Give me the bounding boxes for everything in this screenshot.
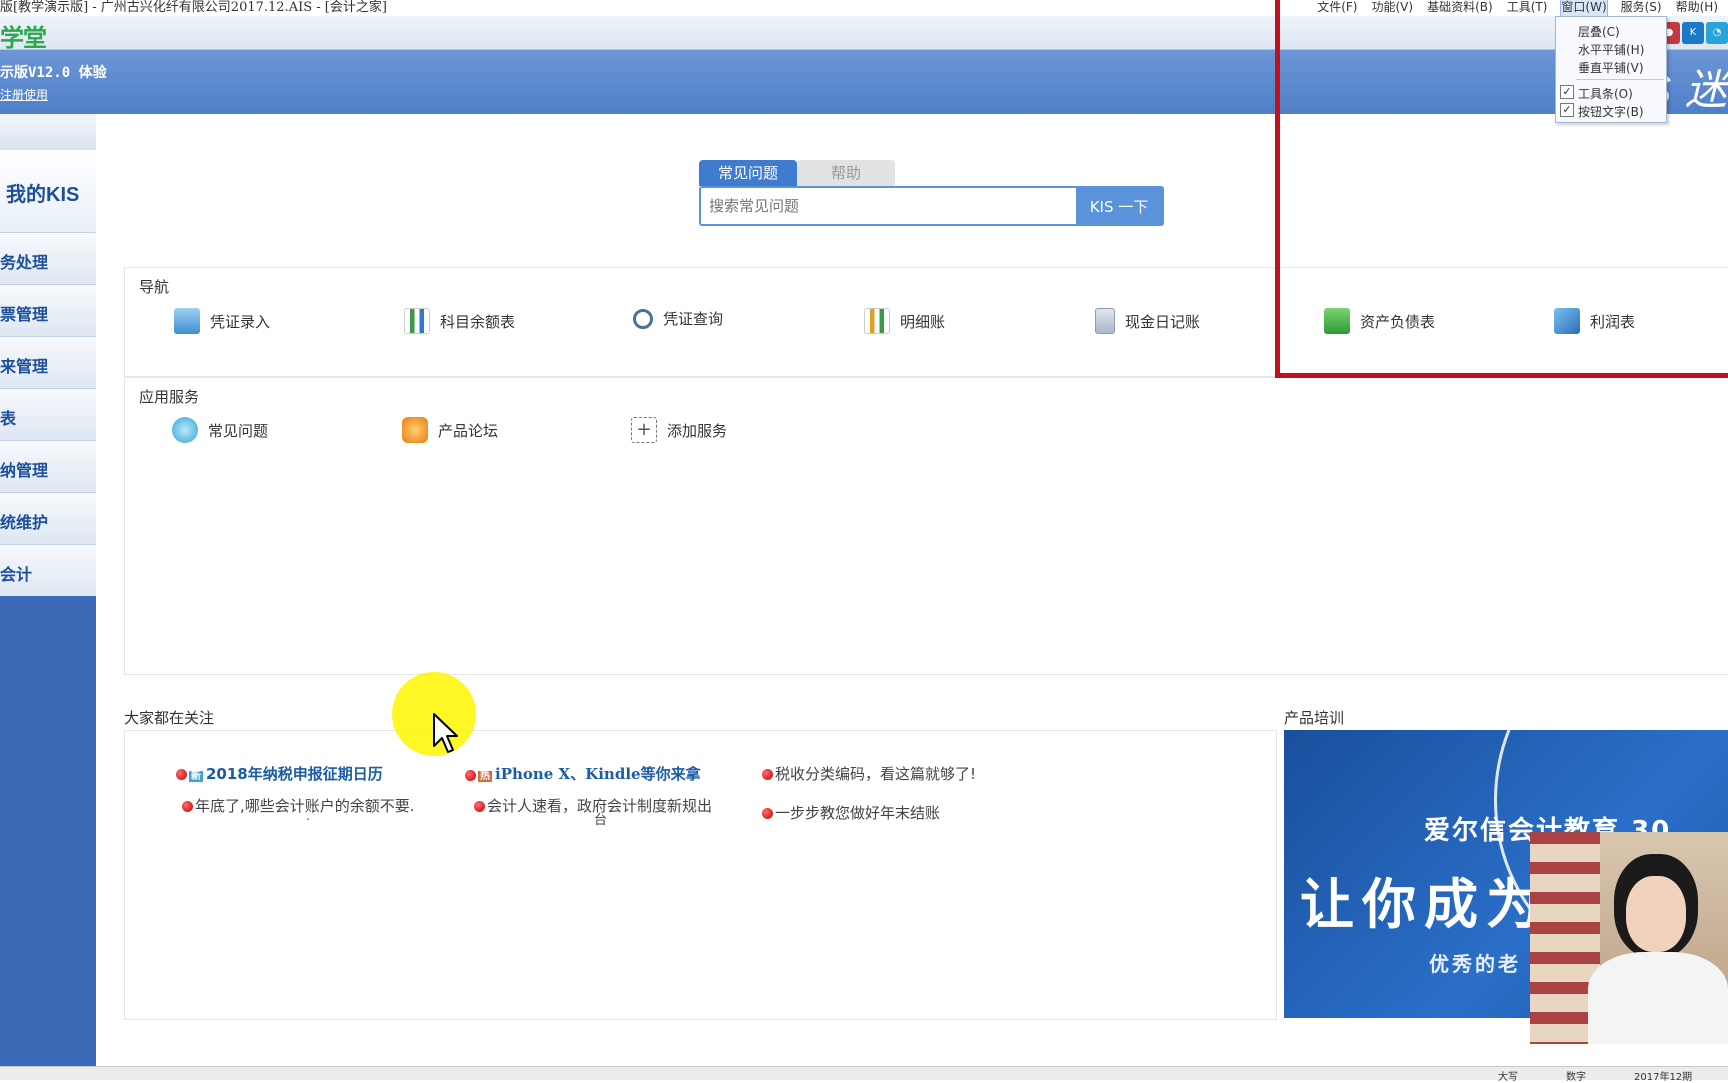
nav-account-balance[interactable]: 科目余额表 xyxy=(404,308,515,334)
menu-cascade[interactable]: 层叠(C) xyxy=(1578,23,1620,40)
search-box: KIS 一下 xyxy=(699,186,1164,226)
checkmark-icon: ✓ xyxy=(1560,85,1574,99)
service-faq[interactable]: 常见问题 xyxy=(172,417,268,443)
news-item[interactable]: 年底了,哪些会计账户的余额不要. . xyxy=(182,795,415,823)
news-text: iPhone X、Kindle等你来拿 xyxy=(495,765,701,783)
service-label: 添加服务 xyxy=(667,421,728,440)
balance-sheet-chart-icon xyxy=(404,308,430,334)
version-label: 示版V12.0 体验 xyxy=(0,65,107,81)
hot-dot-icon xyxy=(762,808,773,819)
news-badge: 热 xyxy=(478,771,492,782)
tab-help[interactable]: 帮助 xyxy=(797,160,895,186)
nav-voucher-entry[interactable]: 凭证录入 xyxy=(174,308,270,334)
menu-tile-vertical[interactable]: 垂直平铺(V) xyxy=(1578,59,1644,76)
status-bar: 大写 数字 2017年12期 xyxy=(0,1066,1728,1083)
search-button[interactable]: KIS 一下 xyxy=(1076,188,1162,224)
search-input[interactable] xyxy=(701,188,1076,224)
news-item[interactable]: 热 iPhone X、Kindle等你来拿 xyxy=(465,763,701,784)
hot-dot-icon xyxy=(474,801,485,812)
news-text: 年底了,哪些会计账户的余额不要. xyxy=(195,797,415,815)
window-menu-dropdown: 层叠(C) 水平平铺(H) 垂直平铺(V) ✓ 工具条(O) ✓ 按钮文字(B) xyxy=(1555,16,1667,123)
checkmark-icon: ✓ xyxy=(1560,103,1574,117)
tab-faq[interactable]: 常见问题 xyxy=(699,160,797,186)
search-tabs: 常见问题 帮助 xyxy=(699,160,895,186)
service-forum[interactable]: 产品论坛 xyxy=(402,417,498,443)
sidebar-item-receivables[interactable]: 来管理 xyxy=(0,336,96,388)
mouse-cursor-icon xyxy=(433,713,458,753)
menu-button-text-toggle[interactable]: 按钮文字(B) xyxy=(1578,103,1644,120)
webcam-overlay xyxy=(1530,832,1728,1044)
training-line2: 让你成为 xyxy=(1300,873,1548,936)
services-panel xyxy=(124,377,1728,675)
presenter-face xyxy=(1626,876,1686,952)
menu-separator xyxy=(1576,79,1664,80)
training-title: 产品培训 xyxy=(1284,709,1345,727)
nav-label: 明细账 xyxy=(900,312,946,331)
nav-label: 现金日记账 xyxy=(1125,312,1201,331)
status-period: 2017年12期 xyxy=(1634,1072,1693,1083)
sidebar-header xyxy=(0,114,96,150)
news-text: 一步步教您做好年末结账 xyxy=(775,804,941,822)
news-item[interactable]: 税收分类编码，看这篇就够了! xyxy=(762,763,976,784)
ledger-chart-icon xyxy=(864,308,890,334)
hot-dot-icon xyxy=(465,769,476,781)
navigation-title: 导航 xyxy=(139,278,170,296)
sidebar-item-invoice[interactable]: 票管理 xyxy=(0,284,96,336)
news-text: 2018年纳税申报征期日历 xyxy=(206,765,383,783)
kingdee-logo: 学堂 xyxy=(0,24,47,52)
news-title: 大家都在关注 xyxy=(124,709,215,727)
faq-icon xyxy=(172,417,198,443)
news-text-wrap: 台 xyxy=(594,813,608,828)
service-label: 常见问题 xyxy=(208,421,269,440)
magnifier-icon xyxy=(633,308,653,329)
hot-dot-icon xyxy=(182,801,193,812)
sidebar-item-accounting[interactable]: 会计 xyxy=(0,544,96,596)
news-item[interactable]: 会计人速看，政府会计制度新规出 台 xyxy=(474,795,712,828)
sidebar-item-reports[interactable]: 表 xyxy=(0,388,96,440)
nav-cash-journal[interactable]: 现金日记账 xyxy=(1095,308,1200,334)
nav-label: 凭证录入 xyxy=(210,312,271,331)
cash-journal-icon xyxy=(1095,308,1115,334)
add-service-icon: + xyxy=(631,417,657,443)
forum-icon xyxy=(402,417,428,443)
sidebar: 我的KIS 务处理 票管理 来管理 表 纳管理 统维护 会计 xyxy=(0,114,96,1066)
nav-detail-ledger[interactable]: 明细账 xyxy=(864,308,945,334)
news-badge: 新 xyxy=(189,771,203,782)
hot-dot-icon xyxy=(762,769,773,780)
news-text-wrap: . xyxy=(306,809,310,823)
sidebar-item-tax[interactable]: 纳管理 xyxy=(0,440,96,492)
menu-tile-horizontal[interactable]: 水平平铺(H) xyxy=(1578,41,1644,58)
sidebar-item-maintenance[interactable]: 统维护 xyxy=(0,492,96,544)
services-title: 应用服务 xyxy=(139,388,200,406)
news-item[interactable]: 一步步教您做好年末结账 xyxy=(762,802,940,823)
nav-label: 凭证查询 xyxy=(663,310,724,328)
status-numlock: 数字 xyxy=(1566,1072,1586,1083)
sidebar-item-business[interactable]: 务处理 xyxy=(0,232,96,284)
register-link[interactable]: 注册使用 xyxy=(0,86,48,103)
sidebar-title[interactable]: 我的KIS xyxy=(0,150,96,232)
voucher-entry-icon xyxy=(174,308,200,334)
hot-dot-icon xyxy=(176,769,187,780)
nav-label: 科目余额表 xyxy=(440,312,516,331)
training-line3: 优秀的老 xyxy=(1429,952,1521,976)
menu-toolbar-toggle[interactable]: 工具条(O) xyxy=(1578,85,1633,102)
news-item[interactable]: 新 2018年纳税申报征期日历 xyxy=(176,763,383,784)
nav-voucher-query[interactable]: 凭证查询 xyxy=(633,308,723,329)
service-add[interactable]: + 添加服务 xyxy=(631,417,727,443)
service-label: 产品论坛 xyxy=(438,421,499,440)
news-text: 税收分类编码，看这篇就够了! xyxy=(775,765,977,783)
status-caps: 大写 xyxy=(1498,1072,1518,1083)
presenter-body xyxy=(1588,952,1728,1044)
